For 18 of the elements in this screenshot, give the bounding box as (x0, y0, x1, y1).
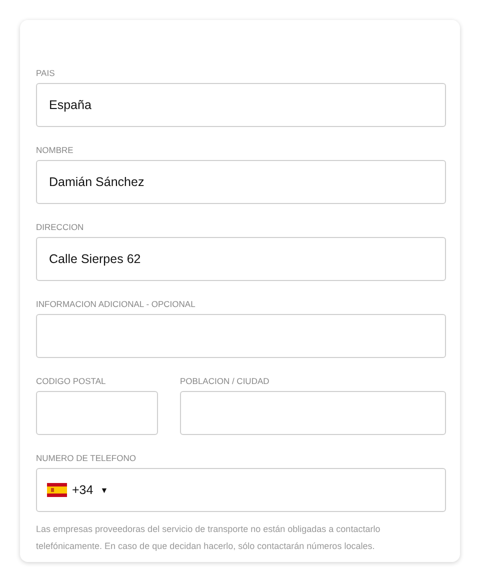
phone-field[interactable]: +34 ▼ (36, 468, 446, 512)
dial-code[interactable]: +34 (72, 483, 94, 497)
input-field[interactable]: Calle Sierpes 62 (36, 237, 446, 281)
input-field[interactable]: España (36, 83, 446, 127)
field-label: INFORMACION ADICIONAL - OPCIONAL (36, 298, 196, 310)
field-label: NOMBRE (36, 144, 74, 156)
input-field[interactable] (36, 314, 446, 358)
field-label: POBLACION / CIUDAD (180, 375, 270, 387)
field-label: PAIS (36, 67, 55, 79)
input-field[interactable] (36, 391, 158, 435)
input-field[interactable]: Damián Sánchez (36, 160, 446, 204)
field-label: DIRECCION (36, 221, 84, 233)
help-text: Las empresas proveedoras del servicio de transporte no están obligadas a contactarlo telefónicamente. En caso de que decidan hacerlo, sólo contactarán números locales. (36, 523, 382, 553)
input-field[interactable] (180, 391, 446, 435)
field-label: NUMERO DE TELEFONO (36, 452, 136, 464)
flag-icon (47, 483, 67, 497)
field-label: CODIGO POSTAL (36, 375, 106, 387)
caret-icon[interactable]: ▼ (100, 486, 108, 494)
